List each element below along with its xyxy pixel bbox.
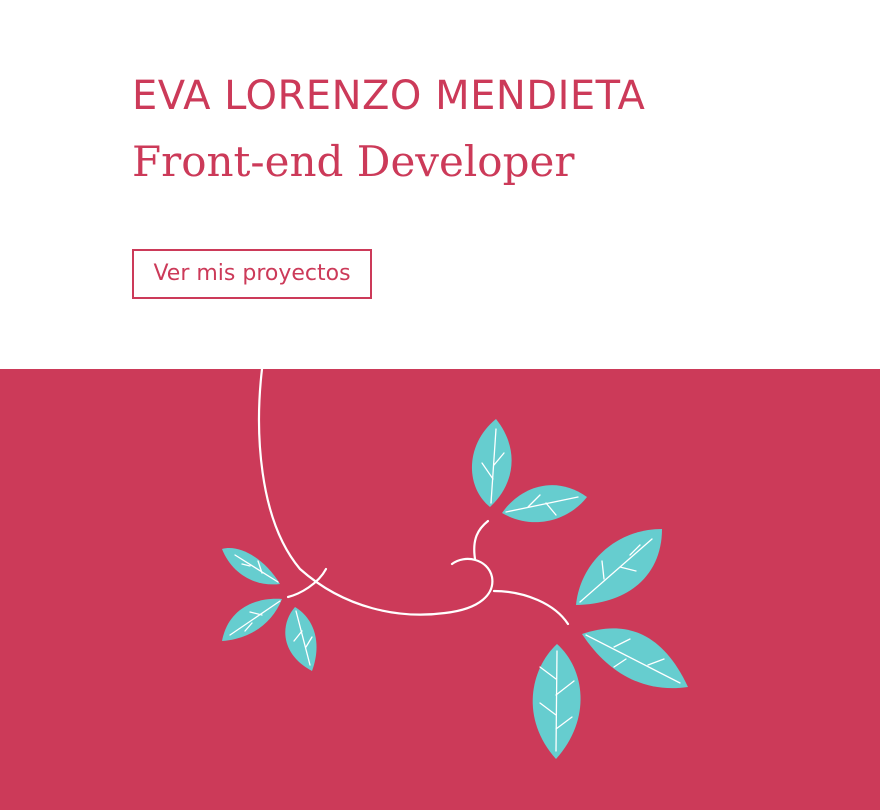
vine-with-leaves-icon — [222, 369, 688, 759]
decorative-banner — [0, 369, 880, 810]
leaf-right-top — [576, 529, 662, 605]
leaf-upper-left — [471, 419, 512, 507]
author-name: EVA LORENZO MENDIETA — [132, 73, 646, 119]
vine-branch-upper — [473, 519, 490, 561]
hero-section: EVA LORENZO MENDIETA Front-end Developer… — [0, 0, 880, 369]
leaf-right-middle — [582, 628, 688, 689]
job-title: Front-end Developer — [132, 137, 575, 186]
vine-branch-left — [286, 567, 328, 599]
leaf-upper-right — [502, 485, 587, 523]
leaf-left-top — [222, 548, 280, 585]
leaf-left-middle — [222, 598, 282, 641]
leaf-right-bottom — [532, 644, 581, 759]
vine-branch-right — [492, 589, 570, 626]
vine-stem — [257, 369, 494, 616]
leaf-left-bottom — [285, 607, 317, 671]
view-projects-button[interactable]: Ver mis proyectos — [132, 249, 372, 299]
